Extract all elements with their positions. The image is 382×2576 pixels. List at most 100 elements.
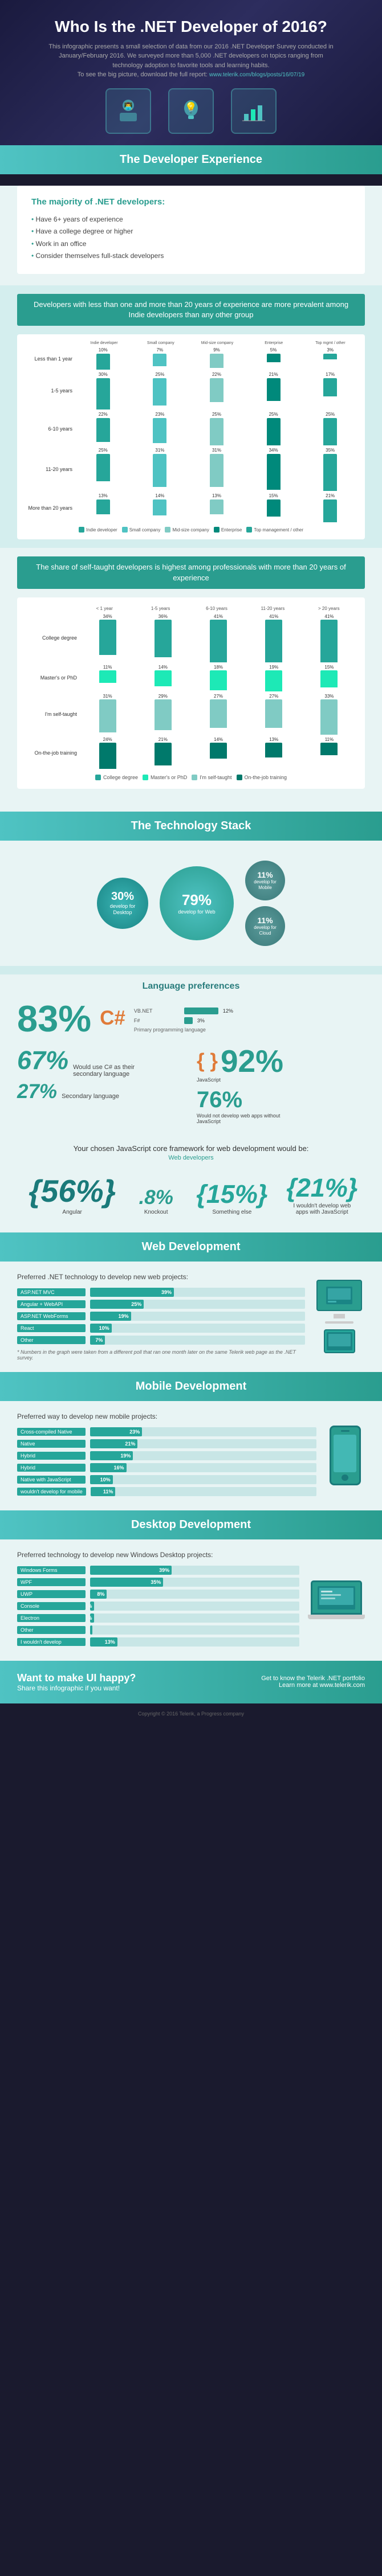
mobile-dev-title: Mobile Development <box>11 1380 371 1393</box>
js-no-dev: {21%} I wouldn't develop web apps with J… <box>291 1173 353 1215</box>
self-taught-title: The share of self-taught developers is h… <box>17 556 365 588</box>
tech-section: 30% develop forDesktop 79% develop for W… <box>0 841 382 966</box>
lang-section: Language preferences 83% C# VB.NET 12% F… <box>0 974 382 1136</box>
col-header-small: Small company <box>133 341 188 345</box>
web-bar-aspnet: ASP.NET MVC 39% <box>17 1288 305 1297</box>
monitor-svg <box>325 1285 353 1305</box>
sb-label-college: College degree <box>26 635 77 641</box>
web-dev-note: * Numbers in the graph were taken from a… <box>17 1349 305 1361</box>
bubble-desktop-group: 30% develop forDesktop <box>97 878 148 929</box>
bubble-desktop-pct: 30% <box>111 890 134 903</box>
mobile-bar-native: Native 21% <box>17 1439 316 1448</box>
desktop-bar-no-name: I wouldn't develop <box>17 1638 86 1646</box>
majority-title: The majority of .NET developers: <box>31 197 351 207</box>
web-dev-header: Web Development <box>0 1232 382 1262</box>
desktop-bar-no-pct: 13% <box>105 1639 115 1645</box>
exp-row-11-20: 11-20 years 25% 31% 31% 34% <box>24 448 358 491</box>
desktop-bar-electron-pct: 2% <box>90 1615 92 1621</box>
col-header-indie: Indie developer <box>76 341 132 345</box>
mobile-bar-hybrid-pct: 19% <box>120 1453 131 1459</box>
exp-bar-lt1-small: 7% <box>132 347 188 370</box>
sb-label-otj: On-the-job training <box>26 750 77 756</box>
web-bar-other-pct: 7% <box>95 1337 103 1343</box>
web-device-illustration <box>314 1273 365 1361</box>
tablet-svg <box>327 1332 352 1350</box>
mobile-bar-native-pct: 21% <box>125 1441 135 1447</box>
exp-label-gt20: More than 20 years <box>24 505 72 511</box>
hero-subtitle: This infographic presents a small select… <box>48 42 334 80</box>
majority-item-1: Have 6+ years of experience <box>31 214 351 226</box>
mobile-bar-nativejs-fill: 10% <box>90 1475 113 1484</box>
tech-bubbles: 30% develop forDesktop 79% develop for W… <box>17 861 365 946</box>
exp-label-6-10: 6-10 years <box>24 426 72 432</box>
majority-item-4: Consider themselves full-stack developer… <box>31 250 351 263</box>
mobile-phone-illustration <box>325 1412 365 1499</box>
desktop-bar-wpf-track: 35% <box>90 1578 299 1587</box>
bubble-desktop-label: develop forDesktop <box>107 903 139 916</box>
web-bar-angular-fill: 25% <box>90 1300 144 1309</box>
web-bar-react-pct: 10% <box>99 1325 109 1331</box>
footer-copyright: Copyright © 2016 Telerik, a Progress com… <box>0 1703 382 1723</box>
st-col-gt20: > 20 years <box>302 606 356 611</box>
sb-row-masters: Master's or PhD 11% 14% 18% <box>26 665 356 691</box>
web-bar-aspnet-name: ASP.NET MVC <box>17 1288 86 1296</box>
desktop-dev-content: Preferred technology to develop new Wind… <box>17 1551 365 1649</box>
desktop-bar-no-fill: 13% <box>90 1637 117 1647</box>
self-taught-section: The share of self-taught developers is h… <box>0 548 382 800</box>
col-header-other: Top mgmt / other <box>303 341 358 345</box>
desktop-bar-other: Other 1% <box>17 1625 299 1635</box>
js-numbers-row: {56%} Angular .8% Knockout {15%} Somethi… <box>17 1167 365 1221</box>
js-pct: 92% <box>221 1046 283 1077</box>
would-not-pct: 27% <box>17 1080 57 1103</box>
web-bar-aspnet-pct: 39% <box>161 1289 172 1295</box>
js-angular: {56%} Angular <box>29 1173 116 1215</box>
secondary-pct: 67% <box>17 1046 68 1075</box>
mobile-bar-hybrid-fill: 19% <box>90 1451 133 1460</box>
hero-icon-dev: 👨‍💻 <box>105 88 151 134</box>
web-bar-webforms-fill: 19% <box>90 1312 131 1321</box>
tech-stack-header: The Technology Stack <box>0 812 382 841</box>
exp-bar-lt1-mid: 9% <box>189 347 245 370</box>
js-framework-section: Your chosen JavaScript core framework fo… <box>0 1136 382 1232</box>
hero-link[interactable]: www.telerik.com/blogs/posts/16/07/19 <box>209 72 304 78</box>
footer-cta-title: Want to make UI happy? <box>17 1672 136 1684</box>
dev-exp-header: The Developer Experience <box>0 145 382 174</box>
f-bar <box>184 1017 193 1024</box>
desktop-bar-wpf-pct: 35% <box>151 1579 161 1585</box>
desktop-bar-uwp-fill: 8% <box>90 1590 107 1599</box>
dev-exp-section: The majority of .NET developers: Have 6+… <box>0 186 382 812</box>
sb-bars-masters: 11% 14% 18% 19% <box>80 665 356 691</box>
st-legend-college: College degree <box>95 775 138 780</box>
csharp-pct-display: 83% <box>17 1000 91 1037</box>
hero-section: Who Is the .NET Developer of 2016? This … <box>0 0 382 145</box>
mobile-bar-hybrid-track: 19% <box>90 1451 316 1460</box>
js-angular-label: Angular <box>62 1209 82 1215</box>
mobile-bar-nativejs: Native with JavaScript 10% <box>17 1475 316 1484</box>
exp-chart-col-headers: Indie developer Small company Mid-size c… <box>76 341 358 345</box>
exp-row-gt20: More than 20 years 13% 14% 13% <box>24 493 358 522</box>
web-bar-angular-track: 25% <box>90 1300 305 1309</box>
js-pct2: 76% <box>197 1087 242 1112</box>
mobile-bar-cross-track: 23% <box>90 1427 316 1436</box>
exp-row-6-10: 6-10 years 22% 23% 25% 25% <box>24 412 358 445</box>
legend-indie: Indie developer <box>79 527 117 533</box>
vb-label: VB.NET <box>134 1008 180 1014</box>
exp-bar-lt1-indie: 10% <box>75 347 131 370</box>
bubble-right-group: 11% develop forMobile 11% develop forClo… <box>245 861 285 946</box>
desktop-bar-winforms-pct: 39% <box>159 1567 169 1573</box>
mobile-bar-hybrid2: Hybrid 16% <box>17 1463 316 1472</box>
f-bar-row: F# 3% <box>134 1017 365 1024</box>
js-something: {15%} Something else <box>196 1180 267 1215</box>
mobile-bar-hybrid2-fill: 16% <box>90 1463 127 1472</box>
footer-cta-sub: Share this infographic if you want! <box>17 1684 136 1692</box>
web-bar-webforms-track: 19% <box>90 1312 305 1321</box>
sb-row-college: College degree 34% 36% 41% <box>26 614 356 662</box>
lang-section-wrapper: Language preferences 83% C# VB.NET 12% F… <box>0 966 382 1136</box>
footer-cta-right-line2[interactable]: Learn more at www.telerik.com <box>261 1682 365 1689</box>
web-bar-aspnet-track: 39% <box>90 1288 305 1297</box>
web-bar-aspnet-fill: 39% <box>90 1288 174 1297</box>
desktop-dev-header: Desktop Development <box>0 1510 382 1539</box>
bubble-web: 79% develop for Web <box>160 866 234 940</box>
mobile-bar-cross: Cross-compiled Native 23% <box>17 1427 316 1436</box>
web-bar-webforms-name: ASP.NET WebForms <box>17 1312 86 1320</box>
